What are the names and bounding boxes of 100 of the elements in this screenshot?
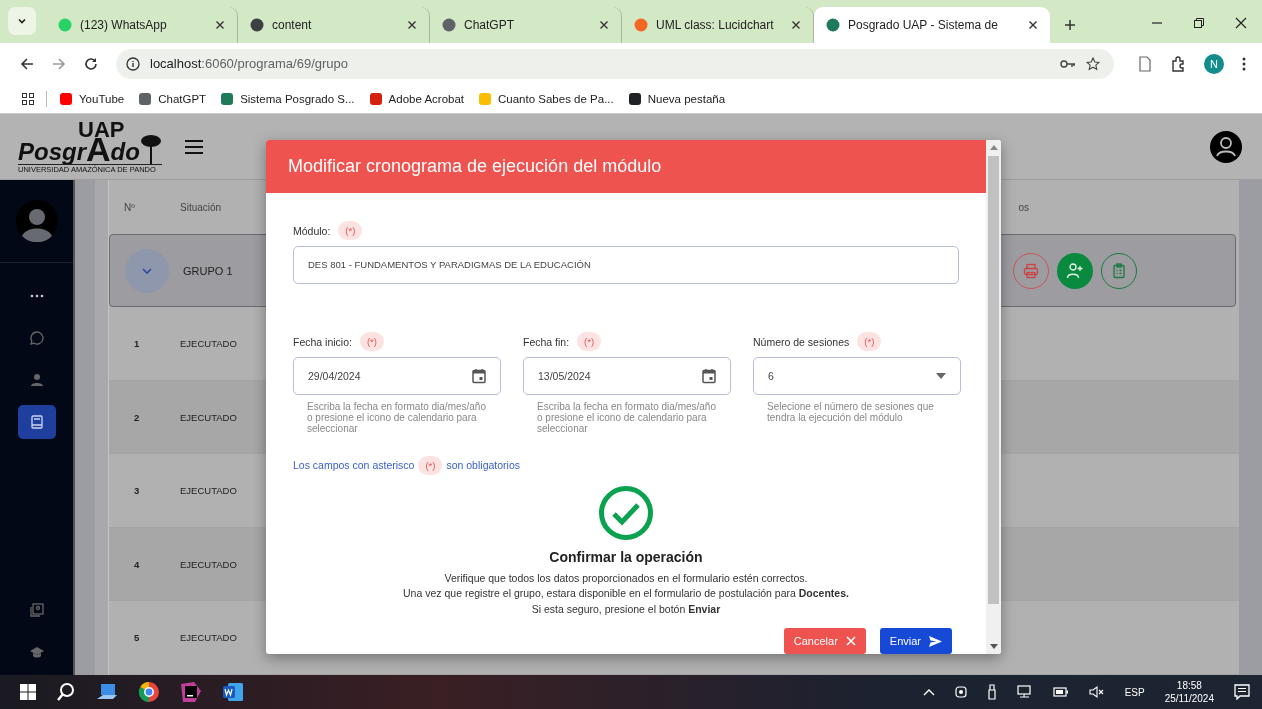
apps-icon[interactable]	[22, 92, 34, 105]
check-circle-icon	[598, 484, 654, 541]
help-text: Selecione el número de sesiones que tendra la ejecución del módulo	[766, 399, 935, 423]
required-badge: (*)	[577, 332, 602, 351]
sidebar-item[interactable]	[17, 405, 56, 439]
computer-icon[interactable]	[96, 683, 118, 701]
dialog-title: Modificar cronograma de ejecución del módulo	[288, 155, 662, 177]
table-cell-text: 5	[133, 632, 141, 644]
calendar-icon[interactable]	[472, 367, 486, 384]
column-header: Situación	[179, 201, 223, 213]
chevron-up-icon[interactable]	[922, 687, 935, 697]
group-label: GRUPO 1	[183, 264, 233, 277]
key-icon[interactable]	[1060, 57, 1076, 70]
close-icon[interactable]	[215, 20, 225, 30]
printer-icon	[1023, 262, 1039, 279]
forward-icon[interactable]	[52, 56, 66, 71]
close-icon[interactable]	[599, 20, 609, 30]
bookmark[interactable]: Sistema Posgrado S...	[220, 91, 355, 106]
menu-icon[interactable]	[183, 138, 204, 155]
menu-icon[interactable]	[1242, 56, 1246, 71]
search-icon[interactable]	[56, 682, 76, 702]
close-icon[interactable]	[1028, 20, 1038, 30]
required-badge: (*)	[338, 221, 363, 240]
bookmark[interactable]: YouTube	[59, 91, 125, 106]
info-icon[interactable]	[126, 56, 140, 71]
new-tab-icon[interactable]	[1064, 19, 1076, 31]
table-cell-text: EJECUTADO	[179, 411, 238, 423]
avatar-icon	[15, 200, 58, 242]
clock-time[interactable]: 18:58	[1176, 679, 1202, 692]
table-cell-text: 1	[133, 338, 141, 350]
graduation-cap-icon	[28, 644, 45, 660]
table-cell-text: EJECUTADO	[179, 632, 238, 644]
column-header: Nº	[123, 201, 136, 213]
dropdown-arrow-icon[interactable]	[936, 372, 946, 379]
bookmark[interactable]: Nueva pestaña	[627, 91, 726, 106]
start-icon[interactable]	[20, 684, 36, 700]
table-cell-text: 3	[133, 485, 141, 497]
field-label: Módulo:	[293, 224, 331, 237]
word-icon[interactable]	[222, 682, 244, 702]
date-field[interactable]: 13/05/2024	[523, 356, 731, 395]
speaker-muted-icon[interactable]	[1088, 685, 1105, 699]
back-icon[interactable]	[20, 56, 34, 71]
send-button[interactable]: Enviar	[879, 628, 952, 654]
sessions-dropdown[interactable]: 6	[753, 356, 961, 395]
help-text: Escriba la fecha en formato dia/mes/año o presione el icono de calendario para seleccionar	[306, 399, 487, 434]
table-cell-text: 4	[133, 558, 141, 570]
required-badge: (*)	[359, 332, 384, 351]
field-label: Número de sesiones	[753, 335, 850, 348]
url-text: localhost:6060/programa/69/grupo	[150, 56, 349, 71]
table-cell-text: 2	[133, 411, 141, 423]
help-text: Escriba la fecha en formato dia/mes/año o presione el icono de calendario para seleccionar	[536, 399, 717, 434]
document-icon[interactable]	[1138, 55, 1152, 72]
clipboard-icon	[1111, 262, 1127, 279]
chat-icon	[28, 330, 45, 346]
add-user-button[interactable]	[1057, 252, 1093, 289]
browser-icon[interactable]	[138, 681, 160, 703]
scroll-down-icon[interactable]	[989, 644, 998, 650]
field-label: Fecha inicio:	[293, 335, 352, 348]
notifications-icon[interactable]	[1234, 684, 1250, 700]
confirm-text: Verifique que todos los datos proporcionados en el formulario estén correctos.	[443, 570, 809, 586]
profile-avatar[interactable]: N	[1204, 53, 1224, 74]
usb-icon[interactable]	[986, 684, 997, 700]
book-icon	[28, 414, 45, 430]
note-text: son obligatorios	[446, 459, 520, 471]
confirm-text: Si esta seguro, presione el botón Enviar	[530, 601, 722, 617]
battery-icon[interactable]	[1052, 687, 1069, 697]
person-icon	[28, 372, 45, 388]
scroll-up-icon[interactable]	[989, 144, 998, 150]
star-icon[interactable]	[1086, 56, 1100, 71]
bookmark[interactable]: Cuanto Sabes de Pa...	[478, 91, 614, 106]
confirm-title: Confirmar la operación	[548, 548, 704, 565]
restore-icon[interactable]	[1193, 17, 1205, 29]
calendar-icon[interactable]	[702, 367, 716, 384]
confirm-text: Una vez que registre el grupo, estara disponible en el formulario de postulación para Docentes.	[402, 586, 850, 601]
close-icon[interactable]	[1235, 17, 1247, 29]
bookmark[interactable]: ChatGPT	[138, 91, 207, 106]
bookmark[interactable]: Adobe Acrobat	[368, 91, 464, 106]
chevron-down-icon	[17, 16, 27, 26]
clock-date[interactable]: 25/11/2024	[1164, 692, 1214, 705]
close-icon	[845, 636, 856, 646]
add-user-icon	[1066, 261, 1084, 280]
language-indicator[interactable]: ESP	[1124, 686, 1145, 698]
network-icon[interactable]	[1016, 685, 1033, 699]
close-icon[interactable]	[407, 20, 417, 30]
table-cell-text: EJECUTADO	[179, 558, 238, 570]
field-label: Fecha fin:	[523, 335, 570, 348]
address-field[interactable]: localhost:6060/programa/69/grupo	[116, 48, 1114, 79]
column-header: os	[1018, 201, 1030, 213]
date-field[interactable]: 29/04/2024	[293, 356, 501, 395]
user-avatar-icon[interactable]	[1210, 130, 1242, 163]
module-field[interactable]: DES 801 - FUNDAMENTOS Y PARADIGMAS DE LA EDUCACIÓN	[293, 245, 959, 284]
extensions-icon[interactable]	[1170, 55, 1186, 72]
contacts-icon	[28, 602, 45, 618]
required-badge: (*)	[857, 332, 882, 351]
scroll-thumb[interactable]	[988, 156, 999, 604]
browser-tab[interactable]: Posgrado UAP - Sistema de	[814, 7, 1050, 43]
send-icon	[929, 635, 942, 647]
close-icon[interactable]	[791, 20, 801, 30]
note-text: Los campos con asterisco	[293, 459, 415, 471]
reload-icon[interactable]	[84, 56, 98, 71]
